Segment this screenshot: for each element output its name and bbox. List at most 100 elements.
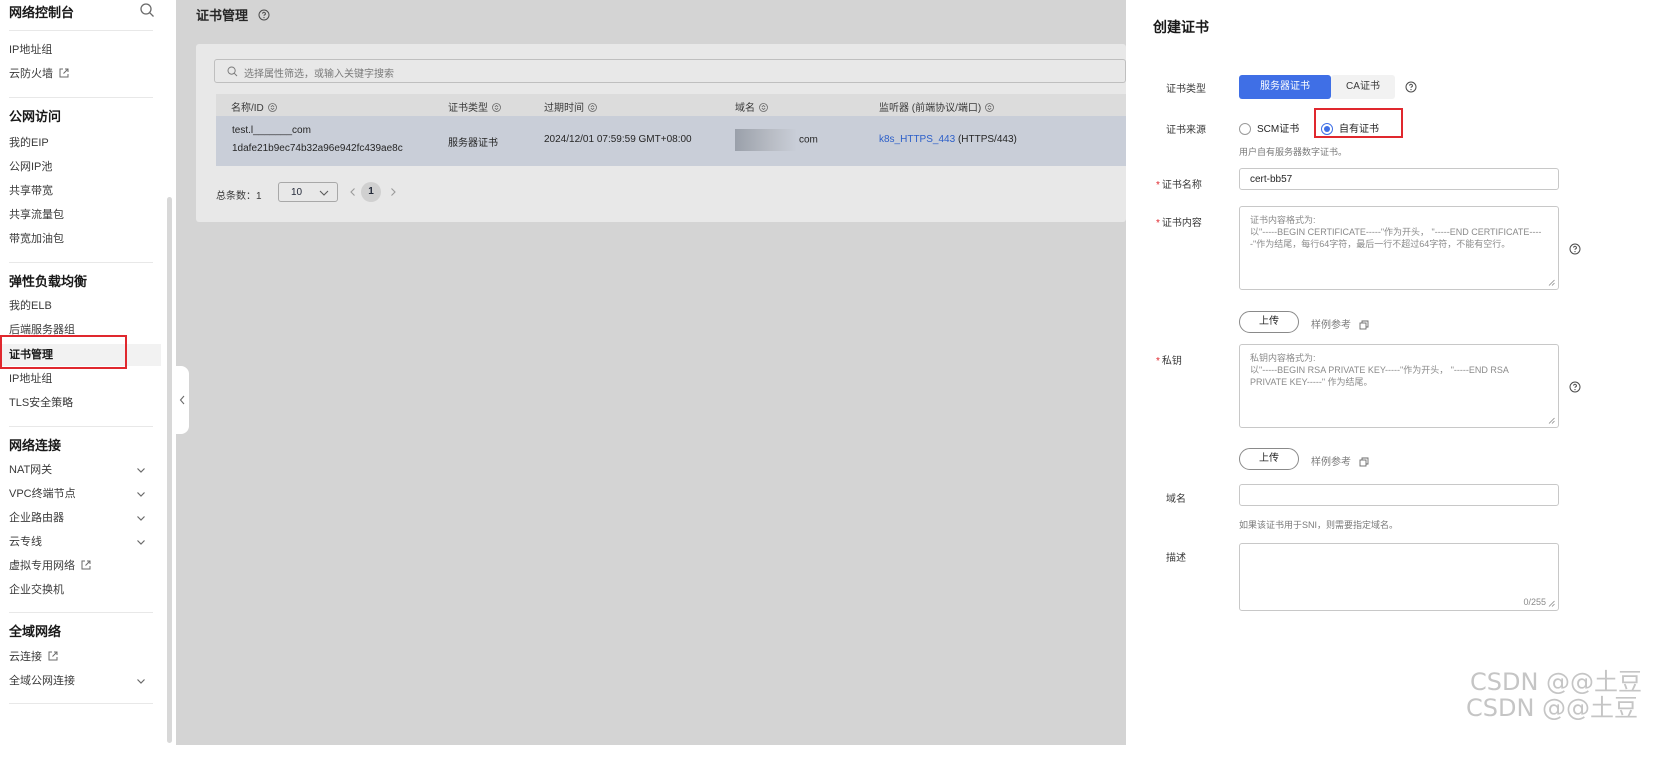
divider: [9, 97, 153, 98]
copy-icon[interactable]: [1359, 457, 1369, 467]
sidebar-group-elb: 弹性负载均衡: [9, 274, 88, 289]
resize-grip-icon[interactable]: [1548, 600, 1555, 607]
scm-cert-radio[interactable]: SCM证书: [1239, 120, 1299, 135]
sidebar-item-direct-connect[interactable]: 云专线: [9, 535, 42, 549]
cert-domain-suffix: com: [799, 134, 818, 146]
cert-id: 1dafe21b9ec74b32a96e942fc439ae8c: [232, 143, 403, 154]
private-key-placeholder: 私钥内容格式为: 以"-----BEGIN RSA PRIVATE KEY---…: [1250, 353, 1509, 387]
column-header-listener[interactable]: 监听器 (前端协议/端口): [879, 99, 995, 114]
sidebar-item-vpn[interactable]: 虚拟专用网络: [9, 559, 91, 573]
cert-upload-button[interactable]: 上传: [1239, 311, 1299, 333]
chevron-down-icon[interactable]: [136, 465, 146, 475]
table-header: 名称/ID 证书类型 过期时间 域名 监听器 (前端协议/端口): [216, 94, 1126, 116]
cert-source-hint: 用户自有服务器数字证书。: [1239, 147, 1348, 157]
listener-link[interactable]: k8s_HTTPS_443: [879, 134, 955, 145]
cert-name[interactable]: test.l_______com: [232, 125, 311, 136]
column-header-type[interactable]: 证书类型: [448, 99, 501, 114]
help-icon[interactable]: [1569, 243, 1581, 255]
sort-icon[interactable]: [985, 103, 995, 112]
cert-content-placeholder: 证书内容格式为: 以"-----BEGIN CERTIFICATE-----"作…: [1250, 215, 1542, 249]
resize-grip-icon[interactable]: [1548, 279, 1555, 286]
chevron-down-icon[interactable]: [136, 676, 146, 686]
search-input[interactable]: 选择属性筛选，或输入关键字搜索: [214, 59, 1126, 83]
divider: [9, 426, 153, 427]
sort-icon[interactable]: [267, 103, 277, 112]
table-row[interactable]: test.l_______com 1dafe21b9ec74b32a96e942…: [216, 116, 1126, 166]
server-cert-option[interactable]: 服务器证书: [1239, 75, 1331, 99]
ca-cert-option[interactable]: CA证书: [1331, 75, 1395, 99]
sidebar-group-global: 全域网络: [9, 624, 62, 639]
domain-field[interactable]: [1239, 484, 1559, 506]
sidebar-item-vpc-endpoint[interactable]: VPC终端节点: [9, 487, 76, 501]
cert-content-label-text: 证书内容: [1161, 218, 1202, 229]
chevron-down-icon[interactable]: [136, 489, 146, 499]
cert-domain: com: [735, 129, 818, 151]
create-cert-drawer: 创建证书 证书类型 服务器证书 CA证书 证书来源 SCM证书 自有证书 用户自…: [1126, 0, 1661, 767]
chevron-down-icon[interactable]: [136, 513, 146, 523]
cert-example-link[interactable]: 样例参考: [1311, 316, 1369, 331]
help-icon[interactable]: [258, 9, 270, 21]
sidebar-item-cloud-connect[interactable]: 云连接: [9, 650, 58, 664]
column-header-expire[interactable]: 过期时间: [544, 99, 597, 114]
main-content: 证书管理 选择属性筛选，或输入关键字搜索 名称/ID 证书类型 过期时间 域名 …: [176, 0, 1126, 745]
column-header-label: 过期时间: [544, 103, 584, 114]
sidebar-item-cloud-firewall[interactable]: 云防火墙: [9, 67, 69, 81]
sidebar-item-ip-group-elb[interactable]: IP地址组: [9, 372, 52, 386]
chevron-down-icon: [319, 190, 329, 196]
sort-icon[interactable]: [759, 103, 768, 112]
sidebar-group-connection: 网络连接: [9, 438, 62, 453]
sidebar-collapse-button[interactable]: [176, 366, 189, 434]
divider: [9, 262, 153, 263]
sidebar-item-bandwidth-addon[interactable]: 带宽加油包: [9, 232, 64, 246]
column-header-name[interactable]: 名称/ID: [231, 99, 277, 114]
help-icon[interactable]: [1405, 81, 1417, 93]
column-header-label: 监听器 (前端协议/端口): [879, 103, 982, 114]
sidebar-item-public-ip-pool[interactable]: 公网IP池: [9, 160, 52, 174]
sidebar-item-enterprise-switch[interactable]: 企业交换机: [9, 583, 64, 597]
external-link-icon: [48, 651, 58, 661]
cert-type-label: 证书类型: [1166, 84, 1206, 95]
resize-grip-icon[interactable]: [1548, 417, 1555, 424]
cert-content-textarea[interactable]: 证书内容格式为: 以"-----BEGIN CERTIFICATE-----"作…: [1239, 206, 1559, 290]
page-size-value: 10: [291, 187, 303, 198]
external-link-icon: [81, 560, 91, 570]
sidebar-item-nat[interactable]: NAT网关: [9, 463, 52, 477]
watermark: CSDN @@土豆: [1466, 694, 1639, 722]
column-header-label: 名称/ID: [231, 103, 264, 114]
chevron-down-icon[interactable]: [136, 537, 146, 547]
key-upload-button[interactable]: 上传: [1239, 448, 1299, 470]
sidebar-item-my-elb[interactable]: 我的ELB: [9, 299, 52, 313]
example-label: 样例参考: [1311, 320, 1351, 331]
sort-icon[interactable]: [492, 103, 501, 112]
sidebar-item-ip-group[interactable]: IP地址组: [9, 43, 52, 57]
sidebar-item-label: 云连接: [9, 651, 42, 663]
private-key-textarea[interactable]: 私钥内容格式为: 以"-----BEGIN RSA PRIVATE KEY---…: [1239, 344, 1559, 428]
highlight-box-sidebar: [0, 335, 127, 369]
page-size-select[interactable]: 10: [278, 182, 338, 202]
divider: [9, 30, 153, 31]
column-header-label: 域名: [735, 103, 755, 114]
page-number-current[interactable]: 1: [361, 182, 381, 202]
search-icon[interactable]: [139, 2, 155, 18]
page-title: 证书管理: [196, 5, 270, 24]
sidebar-item-enterprise-router[interactable]: 企业路由器: [9, 511, 64, 525]
sidebar-item-shared-bandwidth[interactable]: 共享带宽: [9, 184, 53, 198]
help-icon[interactable]: [1569, 381, 1581, 393]
sidebar-item-global-internet[interactable]: 全域公网连接: [9, 674, 75, 688]
sidebar-item-shared-traffic[interactable]: 共享流量包: [9, 208, 64, 222]
chevron-left-icon[interactable]: [348, 187, 358, 197]
sidebar: 网络控制台 IP地址组 云防火墙 公网访问 我的EIP 公网IP池 共享带宽 共…: [0, 0, 176, 745]
sidebar-scrollbar[interactable]: [167, 197, 172, 743]
sidebar-item-my-eip[interactable]: 我的EIP: [9, 136, 49, 150]
domain-hint: 如果该证书用于SNI，则需要指定域名。: [1239, 520, 1399, 530]
cert-name-field[interactable]: cert-bb57: [1239, 168, 1559, 190]
sort-icon[interactable]: [588, 103, 597, 112]
copy-icon[interactable]: [1359, 320, 1369, 330]
key-example-link[interactable]: 样例参考: [1311, 453, 1369, 468]
sidebar-item-tls-policy[interactable]: TLS安全策略: [9, 396, 73, 410]
cert-list-card: 选择属性筛选，或输入关键字搜索 名称/ID 证书类型 过期时间 域名 监听器 (…: [196, 44, 1126, 222]
description-textarea[interactable]: 0/255: [1239, 543, 1559, 611]
column-header-domain[interactable]: 域名: [735, 99, 768, 114]
chevron-right-icon[interactable]: [388, 187, 398, 197]
required-mark: *: [1156, 356, 1160, 367]
